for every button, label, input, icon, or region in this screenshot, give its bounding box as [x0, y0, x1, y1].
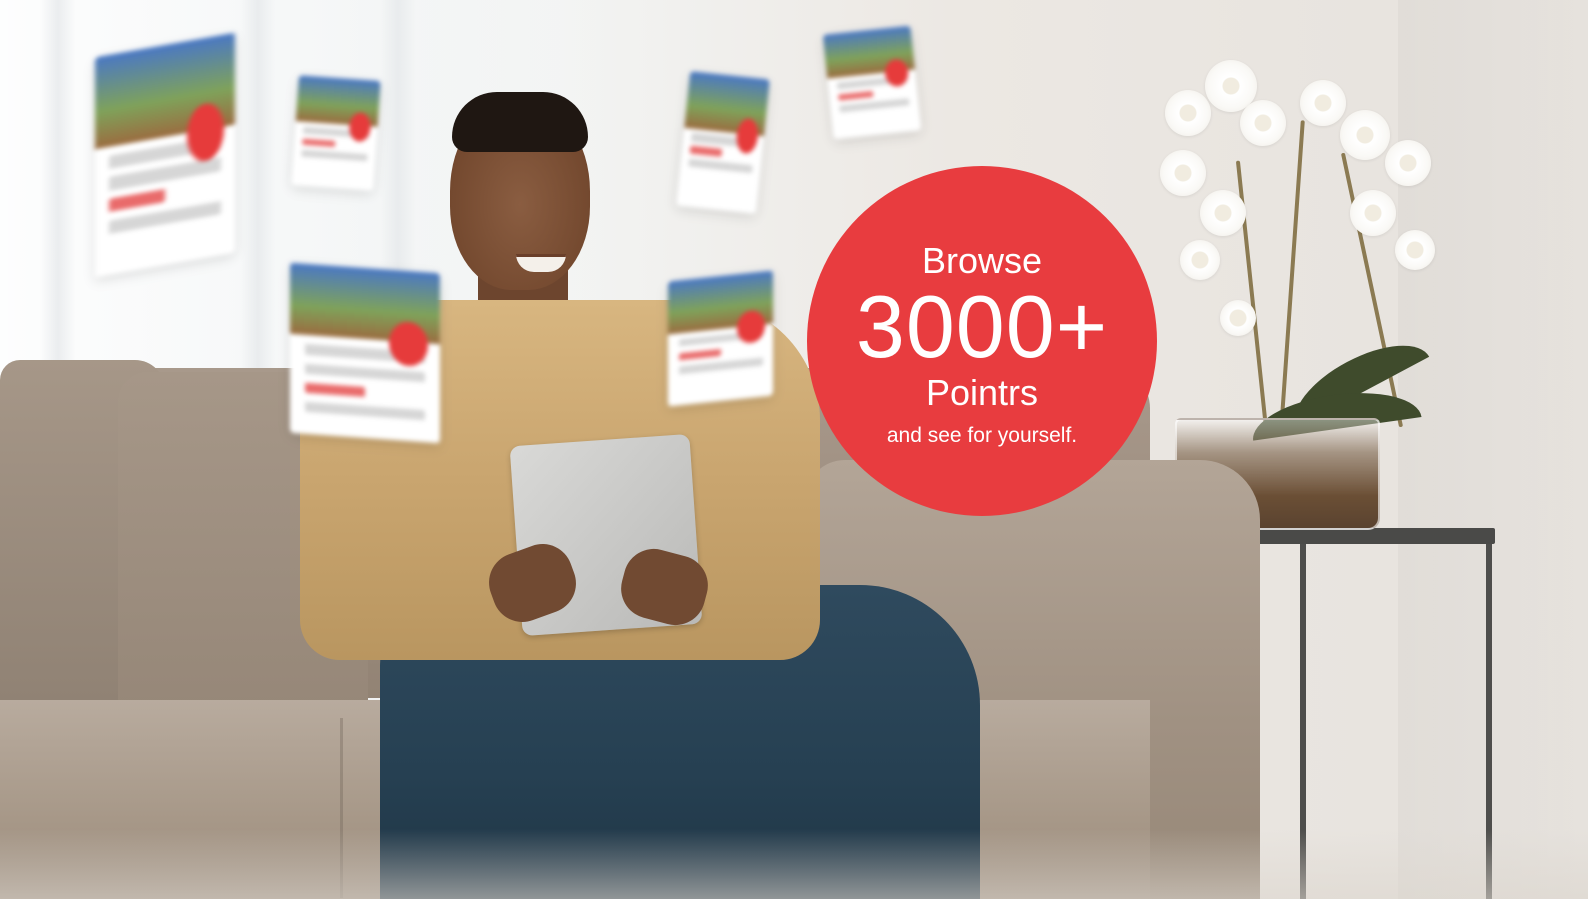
orchid-flower — [1220, 300, 1256, 336]
badge-tagline: and see for yourself. — [886, 424, 1078, 447]
badge-pointrs-text: Pointrs — [925, 372, 1039, 413]
orchid-flower — [1240, 100, 1286, 146]
floating-card — [291, 75, 381, 191]
orchid-flower — [1395, 230, 1435, 270]
orchid-flower — [1350, 190, 1396, 236]
floating-card — [95, 32, 235, 278]
hair — [452, 92, 588, 152]
orchid-flower — [1340, 110, 1390, 160]
orchid-flower — [1165, 90, 1211, 136]
orchid-flower — [1385, 140, 1431, 186]
floating-card — [668, 270, 773, 407]
orchid-stem — [1279, 120, 1305, 430]
promo-badge: Browse 3000+ Pointrs and see for yoursel… — [807, 166, 1157, 516]
floating-card — [676, 71, 770, 214]
orchid-flower — [1160, 150, 1206, 196]
floating-card — [822, 25, 922, 140]
foreground-blur — [0, 829, 1588, 899]
orchid-flower — [1200, 190, 1246, 236]
hero-photo: Browse 3000+ Pointrs and see for yoursel… — [0, 0, 1588, 899]
side-table — [1240, 528, 1495, 544]
wall — [1398, 0, 1588, 899]
badge-count: 3000+ — [855, 277, 1109, 376]
orchid-flower — [1300, 80, 1346, 126]
floating-card — [290, 262, 440, 444]
orchid-flower — [1180, 240, 1220, 280]
badge-browse-text: Browse — [921, 240, 1043, 281]
